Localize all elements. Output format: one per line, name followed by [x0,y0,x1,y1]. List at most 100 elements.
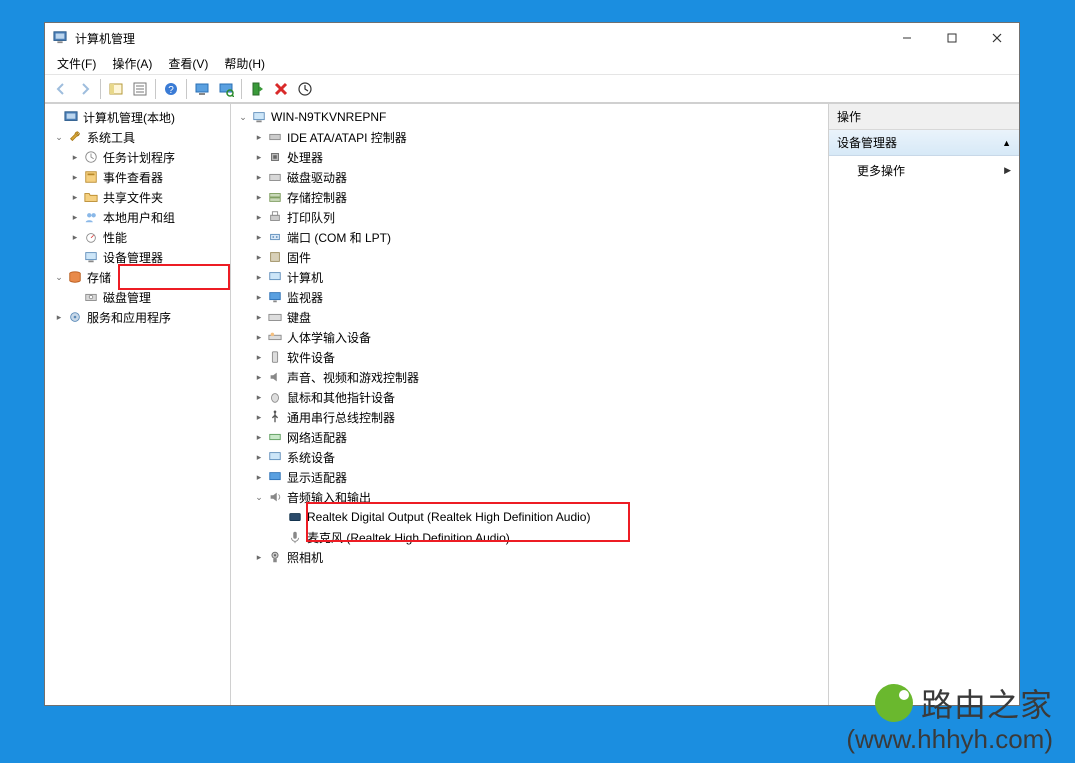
device-tree[interactable]: ⌄ WIN-N9TKVNREPNF ▸IDE ATA/ATAPI 控制器 ▸处理… [231,104,828,570]
device-software[interactable]: ▸软件设备 [231,347,828,367]
disable-button[interactable] [269,77,293,101]
device-monitors[interactable]: ▸ 监视器 [231,287,828,307]
expander-icon[interactable]: ▸ [251,369,267,385]
tree-sys-tools[interactable]: ⌄ 系统工具 [45,127,230,147]
device-audio-io[interactable]: ⌄音频输入和输出 [231,487,828,507]
menu-help[interactable]: 帮助(H) [216,53,273,74]
device-keyboards[interactable]: ▸键盘 [231,307,828,327]
device-system[interactable]: ▸系统设备 [231,447,828,467]
close-button[interactable] [974,24,1019,53]
show-hide-tree-button[interactable] [104,77,128,101]
device-computer[interactable]: ⌄ WIN-N9TKVNREPNF [231,107,828,127]
expander-icon[interactable]: ▸ [251,189,267,205]
expander-icon[interactable]: ▸ [251,309,267,325]
expander-icon[interactable]: ▸ [251,289,267,305]
tree-task-scheduler[interactable]: ▸ 任务计划程序 [45,147,230,167]
tree-root[interactable]: ▸ 计算机管理(本地) [45,107,230,127]
device-mice[interactable]: ▸鼠标和其他指针设备 [231,387,828,407]
device-ports[interactable]: ▸端口 (COM 和 LPT) [231,227,828,247]
menu-file[interactable]: 文件(F) [49,53,104,74]
device-sound-video-game[interactable]: ▸ 声音、视频和游戏控制器 [231,367,828,387]
expander-icon[interactable]: ▸ [67,149,83,165]
expander-icon[interactable]: ▸ [251,349,267,365]
collapse-icon[interactable]: ▲ [1002,138,1011,148]
toolbar-separator [155,79,156,99]
device-disk-drives[interactable]: ▸磁盘驱动器 [231,167,828,187]
forward-button[interactable] [73,77,97,101]
actions-subheader[interactable]: 设备管理器 ▲ [829,130,1019,156]
tree-storage[interactable]: ⌄ 存储 [45,267,230,287]
disk-mgmt-icon [83,289,99,305]
device-display[interactable]: ▸显示适配器 [231,467,828,487]
device-storage-ctrl[interactable]: ▸存储控制器 [231,187,828,207]
tree-label: WIN-N9TKVNREPNF [271,110,386,124]
expander-icon[interactable]: ▸ [251,269,267,285]
tree-label: 麦克风 (Realtek High Definition Audio) [307,529,510,546]
titlebar[interactable]: 计算机管理 [45,23,1019,53]
console-tree[interactable]: ▸ 计算机管理(本地) ⌄ 系统工具 ▸ 任务计划程序 ▸ 事件 [45,104,230,330]
expander-icon[interactable]: ▸ [251,169,267,185]
device-firmware[interactable]: ▸固件 [231,247,828,267]
device-print-queues[interactable]: ▸ 打印队列 [231,207,828,227]
maximize-button[interactable] [929,24,974,53]
expander-icon[interactable]: ⌄ [235,109,251,125]
expander-icon[interactable]: ▸ [251,249,267,265]
expander-icon[interactable]: ▸ [251,149,267,165]
tree-local-users[interactable]: ▸ 本地用户和组 [45,207,230,227]
tree-label: 声音、视频和游戏控制器 [287,369,419,386]
expander-icon[interactable]: ⌄ [51,269,67,285]
device-audio-output[interactable]: ▸Realtek Digital Output (Realtek High De… [231,507,828,527]
tree-performance[interactable]: ▸ 性能 [45,227,230,247]
minimize-button[interactable] [884,24,929,53]
device-ide[interactable]: ▸IDE ATA/ATAPI 控制器 [231,127,828,147]
update-driver-button[interactable] [293,77,317,101]
expander-icon[interactable]: ▸ [67,169,83,185]
menubar: 文件(F) 操作(A) 查看(V) 帮助(H) [45,53,1019,75]
help-button[interactable]: ? [159,77,183,101]
expander-icon[interactable]: ▸ [251,229,267,245]
actions-more[interactable]: 更多操作 ▶ [829,156,1019,185]
expander-icon[interactable]: ▸ [67,189,83,205]
device-hid[interactable]: ▸人体学输入设备 [231,327,828,347]
device-cameras[interactable]: ▸照相机 [231,547,828,567]
camera-icon [267,549,283,565]
expander-icon[interactable]: ▸ [251,389,267,405]
expander-icon[interactable]: ▸ [251,409,267,425]
expander-icon[interactable]: ▸ [67,209,83,225]
expander-icon[interactable]: ▸ [251,549,267,565]
device-usb[interactable]: ▸通用串行总线控制器 [231,407,828,427]
left-pane: ▸ 计算机管理(本地) ⌄ 系统工具 ▸ 任务计划程序 ▸ 事件 [45,104,231,705]
expander-icon[interactable]: ▸ [51,309,67,325]
tree-services-apps[interactable]: ▸ 服务和应用程序 [45,307,230,327]
tree-device-manager[interactable]: ▸ 设备管理器 [45,247,230,267]
center-pane: ⌄ WIN-N9TKVNREPNF ▸IDE ATA/ATAPI 控制器 ▸处理… [231,104,829,705]
expander-icon[interactable]: ▸ [251,329,267,345]
expander-icon[interactable]: ▸ [67,229,83,245]
expander-icon[interactable]: ⌄ [51,129,67,145]
expander-icon[interactable]: ▸ [251,209,267,225]
enable-button[interactable] [245,77,269,101]
tree-shared-folders[interactable]: ▸ 共享文件夹 [45,187,230,207]
computer-management-window: 计算机管理 文件(F) 操作(A) 查看(V) 帮助(H) ? [44,22,1020,706]
expander-icon[interactable]: ▸ [251,429,267,445]
display-icon [267,469,283,485]
expander-icon[interactable]: ⌄ [251,489,267,505]
svg-text:?: ? [168,85,174,96]
device-processors[interactable]: ▸处理器 [231,147,828,167]
device-microphone[interactable]: ▸麦克风 (Realtek High Definition Audio) [231,527,828,547]
scan-hardware-button[interactable] [214,77,238,101]
device-computers[interactable]: ▸计算机 [231,267,828,287]
tree-event-viewer[interactable]: ▸ 事件查看器 [45,167,230,187]
expander-icon[interactable]: ▸ [251,469,267,485]
back-button[interactable] [49,77,73,101]
tree-label: 打印队列 [287,209,335,226]
expander-icon[interactable]: ▸ [251,129,267,145]
device-network[interactable]: ▸网络适配器 [231,427,828,447]
menu-action[interactable]: 操作(A) [104,53,160,74]
expander-icon[interactable]: ▸ [251,449,267,465]
menu-view[interactable]: 查看(V) [160,53,216,74]
computer-icon-button[interactable] [190,77,214,101]
tree-disk-mgmt[interactable]: ▸ 磁盘管理 [45,287,230,307]
tree-label: 监视器 [287,289,323,306]
properties-button[interactable] [128,77,152,101]
